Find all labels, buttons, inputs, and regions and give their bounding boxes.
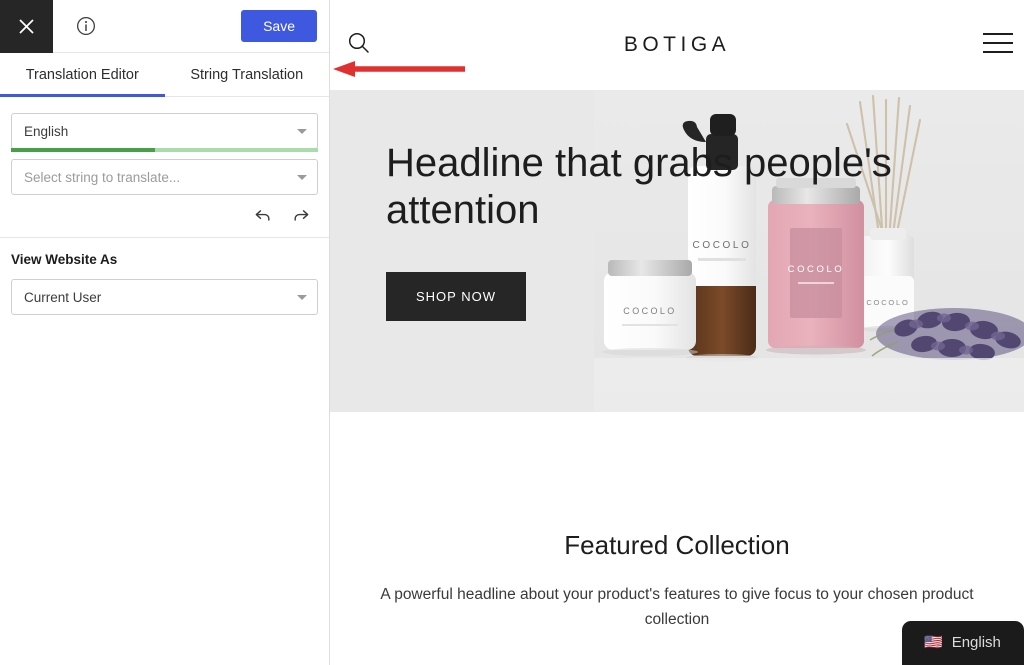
burger-line xyxy=(983,42,1013,44)
language-select[interactable]: English xyxy=(11,113,318,149)
app-root: Save Translation Editor String Translati… xyxy=(0,0,1024,665)
save-button-wrap: Save xyxy=(241,0,329,52)
hero-headline: Headline that grabs people's attention xyxy=(386,141,892,232)
view-website-as-section: View Website As Current User xyxy=(0,238,329,315)
language-select-value: English xyxy=(24,123,69,139)
hero-copy: Headline that grabs people's attention S… xyxy=(386,140,946,321)
language-switcher[interactable]: 🇺🇸 English xyxy=(902,621,1024,665)
close-button[interactable] xyxy=(0,0,53,53)
undo-icon[interactable] xyxy=(253,205,273,225)
site-brand-logo[interactable]: BOTIGA xyxy=(624,33,730,57)
string-select-placeholder: Select string to translate... xyxy=(24,169,181,185)
featured-collection-subtitle: A powerful headline about your product's… xyxy=(380,586,974,629)
translation-progress-bar xyxy=(11,148,318,152)
hamburger-menu-icon[interactable] xyxy=(983,33,1013,53)
language-switcher-label: English xyxy=(951,634,1001,651)
search-icon[interactable] xyxy=(346,30,372,56)
view-website-as-select[interactable]: Current User xyxy=(11,279,318,315)
translation-sidebar: Save Translation Editor String Translati… xyxy=(0,0,330,665)
view-website-as-label: View Website As xyxy=(11,252,118,267)
string-select-field: Select string to translate... xyxy=(11,159,318,195)
hero-section: COCOLO COCOLO COCOLO COCOLO Headline tha… xyxy=(330,90,1024,412)
info-icon xyxy=(77,17,95,35)
shop-now-button[interactable]: SHOP NOW xyxy=(386,271,526,321)
featured-collection-title: Featured Collection xyxy=(564,530,790,560)
redo-icon[interactable] xyxy=(291,205,311,225)
us-flag-icon: 🇺🇸 xyxy=(924,634,943,651)
burger-line xyxy=(983,33,1013,35)
annotation-arrow-icon xyxy=(333,61,465,77)
save-button[interactable]: Save xyxy=(241,10,317,42)
chevron-down-icon xyxy=(297,129,307,134)
info-button[interactable] xyxy=(53,0,241,52)
sidebar-body: English Select string to translate... xyxy=(0,97,329,237)
translation-progress-fill xyxy=(11,148,156,152)
burger-line xyxy=(983,51,1013,53)
history-controls xyxy=(11,195,318,237)
chevron-down-icon xyxy=(297,175,307,180)
close-icon xyxy=(19,19,34,34)
sidebar-topbar: Save xyxy=(0,0,329,53)
string-select[interactable]: Select string to translate... xyxy=(11,159,318,195)
chevron-down-icon xyxy=(297,295,307,300)
language-select-field: English xyxy=(11,113,318,152)
view-website-as-value: Current User xyxy=(24,289,102,305)
website-preview: BOTIGA COCOLO COCOLO COCOLO COCOLO Headl… xyxy=(330,0,1024,665)
